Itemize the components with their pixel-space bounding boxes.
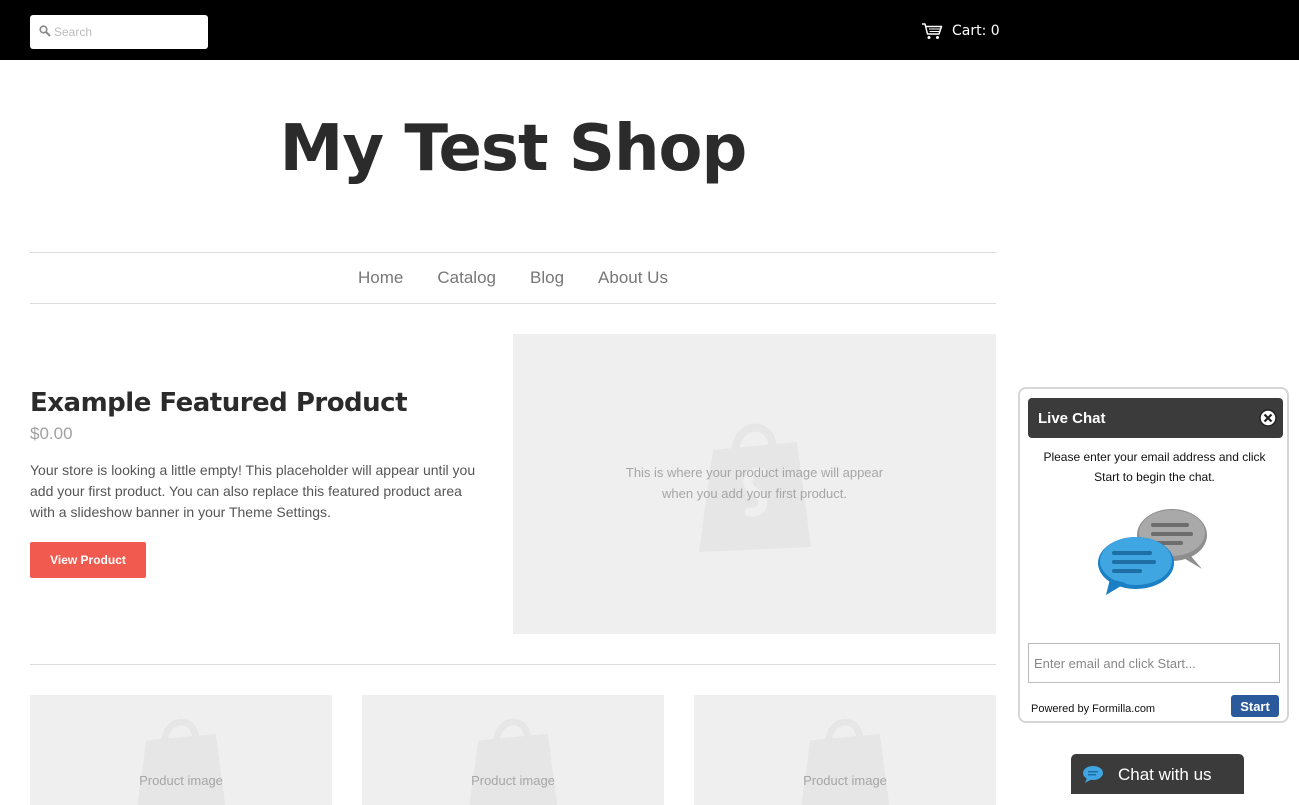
chat-title: Live Chat [1038, 410, 1106, 427]
chat-bubbles-icon [1098, 509, 1207, 595]
shopping-bag-icon [137, 718, 226, 805]
close-icon[interactable] [1259, 409, 1277, 427]
view-product-button[interactable]: View Product [30, 542, 146, 578]
featured-product-title[interactable]: Example Featured Product [30, 388, 408, 418]
search-icon [39, 25, 51, 37]
chat-tab-label: Chat with us [1118, 765, 1212, 784]
chat-email-input[interactable] [1028, 643, 1280, 683]
image-placeholder-line1: This is where your product image will ap… [625, 465, 884, 480]
main-nav: Home Catalog Blog About Us [30, 252, 996, 304]
chat-intro-text: Please enter your email address and clic… [1043, 450, 1266, 484]
shop-title[interactable]: My Test Shop [30, 112, 996, 186]
product-image-label: Product image [139, 773, 223, 788]
featured-product-price: $0.00 [30, 424, 73, 443]
top-bar: Cart: 0 [0, 0, 1299, 60]
featured-product-image[interactable]: This is where your product image will ap… [513, 334, 996, 634]
nav-item-about-us[interactable]: About Us [598, 268, 668, 288]
shopping-bag-icon [469, 718, 558, 805]
chat-with-us-tab[interactable]: Chat with us [1071, 754, 1244, 794]
search-box[interactable] [30, 15, 208, 49]
product-image-label: Product image [803, 773, 887, 788]
cart-label: Cart: 0 [952, 23, 1000, 39]
product-image-label: Product image [471, 773, 555, 788]
chat-start-button[interactable]: Start [1231, 695, 1279, 717]
cart-icon [922, 23, 943, 39]
chat-powered-by[interactable]: Powered by Formilla.com [1031, 703, 1155, 715]
image-placeholder-line2: when you add your first product. [662, 486, 847, 501]
nav-item-blog[interactable]: Blog [530, 268, 564, 288]
section-divider [30, 664, 996, 665]
nav-item-home[interactable]: Home [358, 268, 403, 288]
cart-link[interactable]: Cart: 0 [921, 20, 1000, 42]
chat-header: Live Chat [1028, 398, 1283, 438]
featured-product-description: Your store is looking a little empty! Th… [30, 462, 476, 520]
shopping-bag-icon [801, 718, 890, 805]
search-input[interactable] [54, 21, 202, 43]
nav-item-catalog[interactable]: Catalog [437, 268, 496, 288]
live-chat-widget: Live Chat Please enter your email addres… [1018, 387, 1289, 723]
chat-bubble-icon [1083, 766, 1103, 783]
